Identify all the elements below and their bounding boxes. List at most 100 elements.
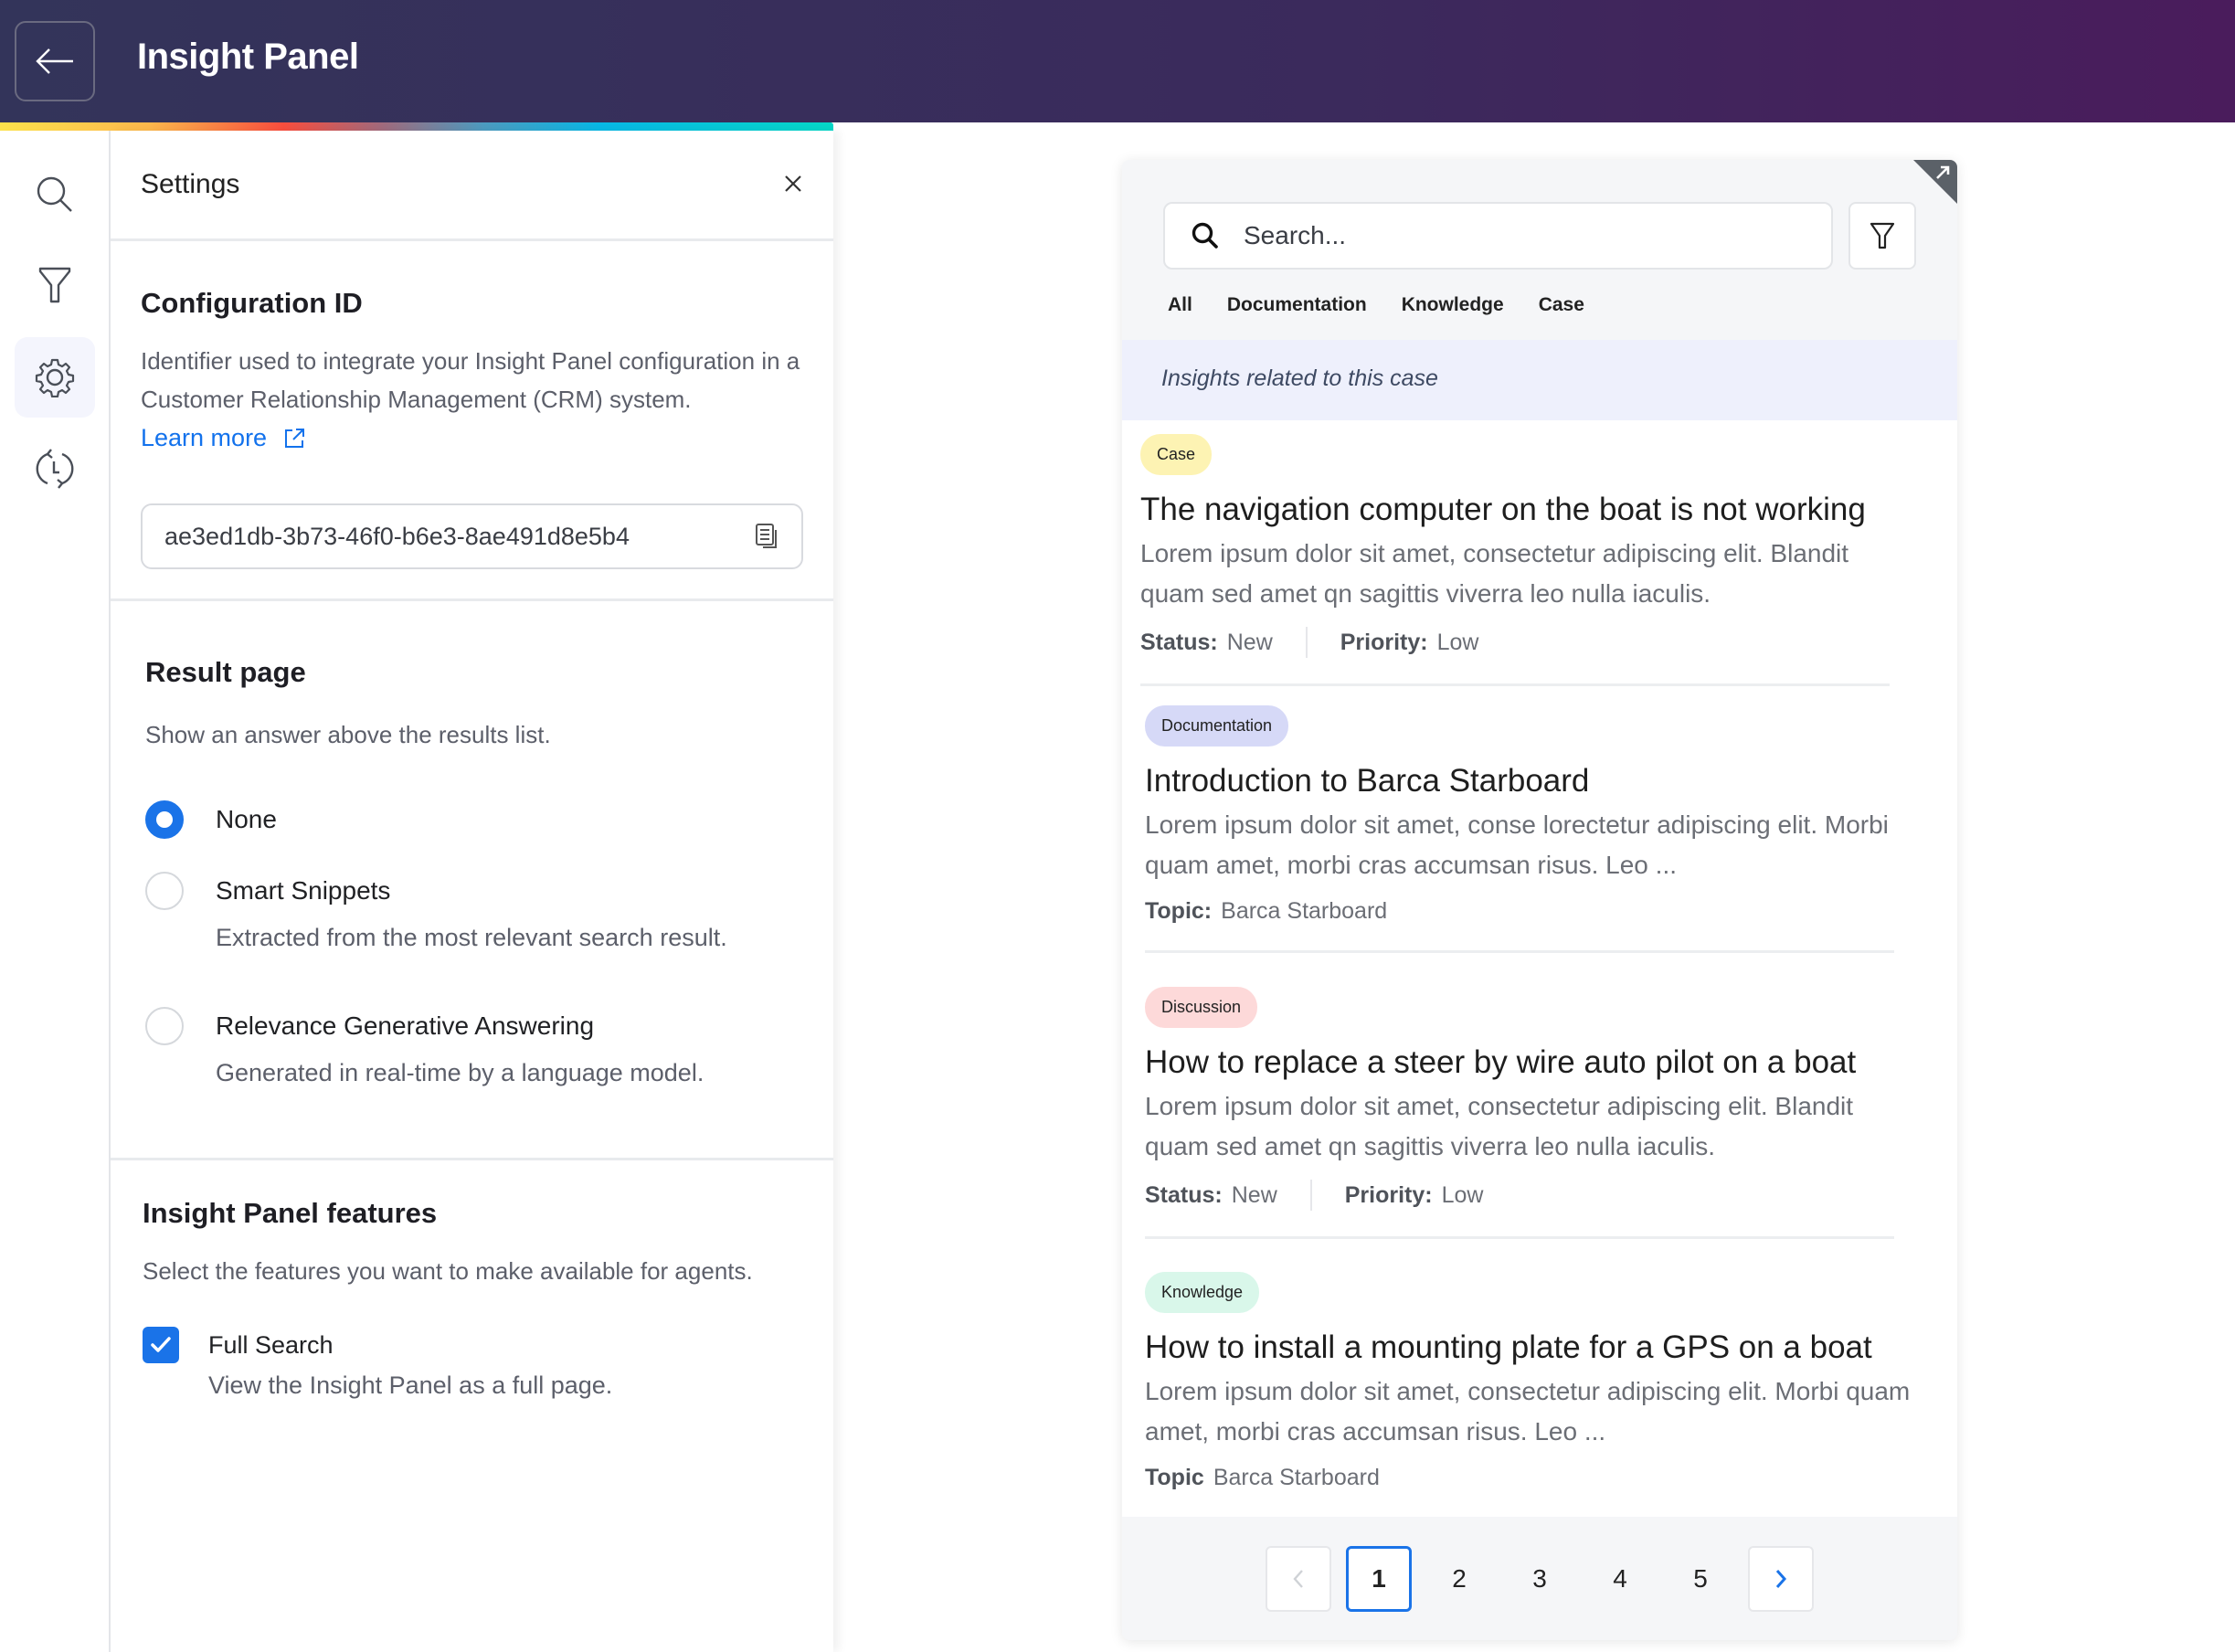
app-title: Insight Panel — [137, 37, 359, 77]
radio-rga[interactable] — [145, 1007, 184, 1045]
result-title[interactable]: Introduction to Barca Starboard — [1145, 763, 1922, 800]
back-button[interactable] — [15, 21, 95, 101]
close-icon — [785, 175, 801, 192]
sidebar-item-settings[interactable] — [15, 337, 95, 418]
result-excerpt: Lorem ipsum dolor sit amet, consectetur … — [1145, 1092, 1854, 1160]
result-title[interactable]: The navigation computer on the boat is n… — [1140, 492, 1917, 528]
meta-value: Low — [1436, 629, 1479, 655]
rainbow-divider — [0, 122, 833, 131]
tab-knowledge[interactable]: Knowledge — [1402, 294, 1504, 331]
meta-value: Low — [1441, 1181, 1484, 1208]
result-item: Documentation Introduction to Barca Star… — [1145, 705, 1922, 953]
arrow-left-icon — [36, 48, 73, 74]
insight-panel-preview: All Documentation Knowledge Case Insight… — [1122, 160, 1957, 1640]
page-2[interactable]: 2 — [1426, 1546, 1492, 1612]
tab-all[interactable]: All — [1166, 294, 1192, 346]
meta-key: Topic: — [1145, 898, 1213, 924]
radio-rga-label: Relevance Generative Answering — [216, 1011, 595, 1040]
result-divider — [1145, 1236, 1894, 1239]
pagination: 1 2 3 4 5 — [1122, 1517, 1957, 1640]
sidebar — [0, 131, 111, 1652]
copy-icon[interactable] — [754, 523, 779, 550]
feature-full-search[interactable]: Full Search View the Insight Panel as a … — [143, 1327, 612, 1403]
next-page-button[interactable] — [1748, 1545, 1814, 1612]
configuration-id-field[interactable]: ae3ed1db-3b73-46f0-b6e3-8ae491d8e5b4 — [141, 503, 803, 569]
meta-key: Status: — [1145, 1181, 1223, 1208]
insights-banner: Insights related to this case — [1122, 340, 1957, 420]
filter-icon — [1870, 222, 1895, 249]
page-3[interactable]: 3 — [1507, 1546, 1573, 1612]
sidebar-item-search[interactable] — [15, 154, 95, 235]
previous-page-button[interactable] — [1266, 1545, 1331, 1612]
features-title: Insight Panel features — [143, 1197, 438, 1229]
configuration-id-value: ae3ed1db-3b73-46f0-b6e3-8ae491d8e5b4 — [164, 522, 630, 550]
page-1[interactable]: 1 — [1346, 1545, 1412, 1612]
meta-value: Barca Starboard — [1221, 898, 1388, 924]
full-search-checkbox[interactable] — [143, 1327, 179, 1363]
search-icon — [1192, 222, 1218, 249]
settings-header: Settings — [111, 131, 833, 241]
result-excerpt: Lorem ipsum dolor sit amet, conse lorect… — [1145, 810, 1889, 879]
radio-option-none[interactable]: None — [145, 800, 277, 839]
sidebar-item-history[interactable] — [15, 429, 95, 509]
search-input[interactable] — [1244, 221, 1792, 250]
result-meta: Status: New Priority: Low — [1145, 1180, 1922, 1211]
close-button[interactable] — [779, 169, 808, 198]
result-tag: Documentation — [1145, 705, 1289, 747]
external-link-icon — [285, 428, 305, 448]
full-search-label: Full Search — [208, 1331, 334, 1359]
result-title[interactable]: How to install a mounting plate for a GP… — [1145, 1329, 1922, 1366]
meta-key: Status: — [1140, 629, 1218, 655]
result-page-title: Result page — [145, 656, 306, 688]
expand-icon[interactable] — [1933, 164, 1952, 182]
radio-none[interactable] — [145, 800, 184, 839]
page-4[interactable]: 4 — [1587, 1546, 1653, 1612]
radio-smart-snippets[interactable] — [145, 872, 184, 910]
result-excerpt: Lorem ipsum dolor sit amet, consectetur … — [1145, 1377, 1911, 1446]
result-meta: Topic Barca Starboard — [1145, 1465, 1922, 1491]
result-divider — [1140, 683, 1890, 686]
radio-rga-description: Generated in real-time by a language mod… — [216, 1059, 704, 1086]
filter-icon — [38, 267, 71, 303]
meta-value: New — [1226, 629, 1273, 655]
learn-more-label: Learn more — [141, 424, 268, 451]
gear-icon — [35, 358, 75, 397]
radio-option-smart-snippets[interactable]: Smart Snippets Extracted from the most r… — [145, 872, 727, 956]
app-header: Insight Panel — [0, 0, 2235, 122]
meta-separator — [1309, 1180, 1312, 1211]
meta-separator — [1305, 627, 1308, 658]
radio-option-rga[interactable]: Relevance Generative Answering Generated… — [145, 1007, 704, 1091]
meta-key: Priority: — [1344, 1181, 1433, 1208]
settings-title: Settings — [141, 169, 240, 199]
radio-none-label: None — [216, 805, 277, 833]
result-meta: Status: New Priority: Low — [1140, 627, 1917, 658]
tab-documentation[interactable]: Documentation — [1227, 294, 1367, 331]
meta-key: Topic — [1145, 1465, 1204, 1490]
features-description: Select the features you want to make ava… — [143, 1257, 753, 1285]
result-divider — [1145, 950, 1894, 953]
result-page-section: Result page Show an answer above the res… — [111, 601, 833, 1160]
result-tabs: All Documentation Knowledge Case — [1166, 294, 1584, 346]
filter-button[interactable] — [1848, 202, 1916, 270]
learn-more-link[interactable]: Learn more — [141, 424, 305, 452]
check-icon — [151, 1337, 171, 1352]
radio-smart-snippets-description: Extracted from the most relevant search … — [216, 924, 727, 951]
configuration-section: Configuration ID Identifier used to inte… — [111, 241, 833, 601]
full-search-description: View the Insight Panel as a full page. — [208, 1371, 613, 1399]
chevron-left-icon — [1293, 1569, 1303, 1588]
configuration-title: Configuration ID — [141, 287, 363, 319]
tab-case[interactable]: Case — [1539, 294, 1584, 331]
insights-label: Insights related to this case — [1161, 365, 1438, 391]
meta-value: New — [1231, 1181, 1277, 1208]
sidebar-item-filter[interactable] — [15, 245, 95, 325]
results-list: Case The navigation computer on the boat… — [1122, 420, 1957, 1517]
result-page-description: Show an answer above the results list. — [145, 721, 551, 748]
result-meta: Topic: Barca Starboard — [1145, 898, 1922, 925]
configuration-description: Identifier used to integrate your Insigh… — [141, 347, 800, 413]
result-item: Discussion How to replace a steer by wir… — [1145, 987, 1922, 1239]
search-box[interactable] — [1163, 202, 1833, 270]
meta-key: Priority: — [1340, 629, 1428, 655]
radio-smart-snippets-label: Smart Snippets — [216, 876, 391, 905]
page-5[interactable]: 5 — [1668, 1546, 1733, 1612]
result-title[interactable]: How to replace a steer by wire auto pilo… — [1145, 1044, 1922, 1081]
